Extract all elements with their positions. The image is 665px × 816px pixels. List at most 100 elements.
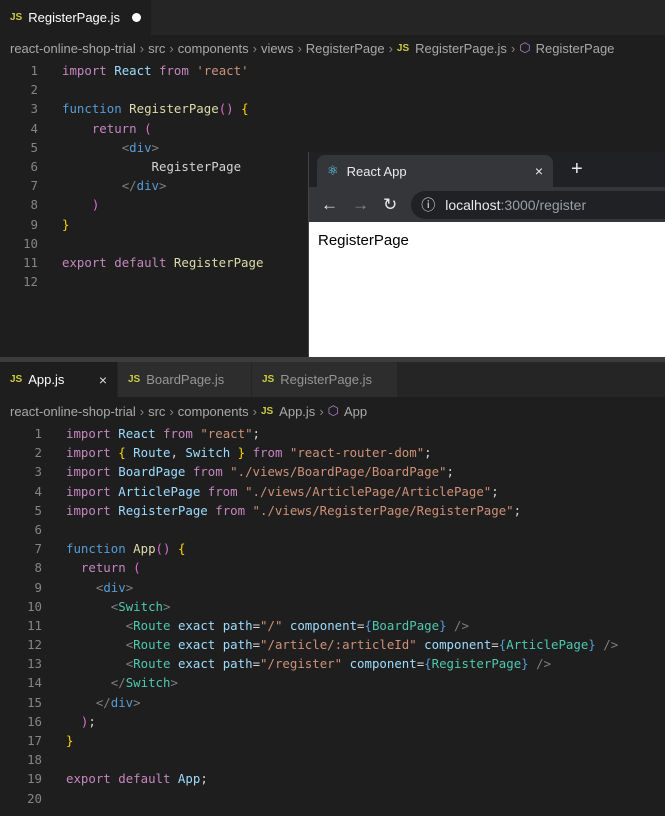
- breadcrumb: react-online-shop-trial › src › components › J…: [0, 398, 665, 424]
- code-token: Route: [133, 656, 171, 672]
- info-icon[interactable]: ⓘ: [421, 195, 435, 215]
- breadcrumb-item[interactable]: react-online-shop-trial: [10, 404, 136, 419]
- code-token: from: [215, 502, 246, 518]
- code-token: component: [424, 637, 492, 653]
- code-token: ,: [170, 445, 186, 461]
- new-tab-button[interactable]: +: [571, 158, 583, 181]
- code-line[interactable]: 4 import ArticlePage from "./views/Articl…: [0, 482, 665, 501]
- symbol-cube-icon: ⬡: [327, 403, 340, 418]
- line-number: 11: [23, 254, 38, 270]
- code-line[interactable]: 4 return (: [0, 119, 665, 138]
- code-line[interactable]: 17}: [0, 731, 665, 750]
- code-line[interactable]: 13 <Route exact path="/register" compone…: [0, 654, 665, 673]
- code-token: default: [118, 771, 171, 787]
- code-token: BoardPage: [371, 617, 440, 633]
- breadcrumb-item[interactable]: App.js: [279, 404, 315, 419]
- tab-boardpage-js[interactable]: JS BoardPage.js: [118, 362, 252, 397]
- code-line[interactable]: 10 <Switch>: [0, 597, 665, 616]
- code-line[interactable]: 1 import React from 'react': [0, 61, 665, 80]
- code-token: "react": [200, 426, 253, 441]
- code-line[interactable]: 9 <div>: [0, 578, 665, 597]
- code-token: "/article/:articleId": [260, 637, 417, 653]
- code-token: Route: [133, 445, 171, 461]
- code-token: =: [252, 617, 261, 633]
- back-arrow-icon[interactable]: ←: [321, 195, 338, 215]
- code-line[interactable]: 20: [0, 789, 665, 808]
- line-number: 17: [27, 733, 42, 748]
- code-line[interactable]: 3 import BoardPage from "./views/BoardPag…: [0, 462, 665, 481]
- code-token: exact: [177, 656, 216, 672]
- code-line[interactable]: 3 function RegisterPage() {: [0, 99, 665, 118]
- code-token: from: [159, 63, 189, 78]
- code-token: =: [357, 617, 365, 633]
- tab-app-js[interactable]: JS App.js ×: [0, 362, 118, 397]
- breadcrumb-item[interactable]: react-online-shop-trial: [10, 41, 136, 56]
- code-line[interactable]: 1 import React from "react";: [0, 424, 665, 443]
- breadcrumb-item[interactable]: src: [148, 41, 165, 56]
- code-line[interactable]: 12 <Route exact path="/article/:articleI…: [0, 635, 665, 654]
- code-token: =: [252, 656, 261, 672]
- code-line[interactable]: 7 function App() {: [0, 539, 665, 558]
- code-token: ): [91, 197, 100, 213]
- breadcrumb-item[interactable]: src: [148, 404, 165, 419]
- chevron-right-icon: ›: [169, 40, 174, 56]
- breadcrumb-item[interactable]: RegisterPage: [536, 41, 615, 56]
- browser-tab[interactable]: ⚛ React App ×: [317, 155, 553, 187]
- code-line[interactable]: 2 import { Route, Switch } from "react-ro…: [0, 443, 665, 462]
- line-number: 5: [30, 139, 38, 155]
- url-path: :3000/register: [500, 196, 587, 213]
- code-line[interactable]: 19 export default App;: [0, 769, 665, 788]
- code-line[interactable]: 15 </div>: [0, 693, 665, 712]
- code-token: ;: [513, 502, 522, 518]
- breadcrumb-item[interactable]: components: [178, 41, 249, 56]
- breadcrumb-item[interactable]: views: [261, 41, 294, 56]
- line-number: 18: [27, 752, 42, 768]
- breadcrumb-item[interactable]: components: [178, 404, 249, 419]
- close-tab-icon[interactable]: ×: [79, 372, 107, 388]
- symbol-cube-icon: ⬡: [519, 40, 531, 55]
- tab-registerpage-js[interactable]: JS RegisterPage.js: [0, 0, 153, 35]
- code-token: ArticlePage: [506, 637, 589, 653]
- line-number: 5: [34, 502, 42, 518]
- code-token: export: [62, 254, 107, 270]
- code-token: />: [454, 617, 469, 633]
- line-number: 2: [34, 445, 42, 461]
- forward-arrow-icon[interactable]: →: [352, 195, 369, 215]
- reload-icon[interactable]: ↻: [383, 195, 397, 215]
- line-number: 7: [34, 541, 42, 557]
- close-tab-icon[interactable]: ×: [535, 163, 543, 179]
- code-token: }: [66, 733, 74, 748]
- breadcrumb-item[interactable]: RegisterPage.js: [415, 41, 507, 56]
- react-logo-icon: ⚛: [327, 163, 339, 178]
- code-line[interactable]: 18: [0, 750, 665, 769]
- code-token: ArticlePage: [118, 483, 201, 499]
- code-line[interactable]: 5 import RegisterPage from "./views/Regis…: [0, 501, 665, 520]
- js-file-icon: JS: [10, 12, 23, 23]
- code-line[interactable]: 2: [0, 80, 665, 99]
- line-number: 7: [30, 178, 38, 194]
- browser-tab-title: React App: [346, 163, 407, 179]
- tab-registerpage-js[interactable]: JS RegisterPage.js: [252, 362, 398, 397]
- code-line[interactable]: 16 );: [0, 712, 665, 731]
- unsaved-dot-icon[interactable]: [132, 13, 142, 22]
- line-number: 10: [27, 598, 42, 614]
- code-line[interactable]: 8 return (: [0, 558, 665, 577]
- code-token: }: [62, 216, 70, 232]
- code-line[interactable]: 6: [0, 520, 665, 539]
- breadcrumb-item[interactable]: RegisterPage: [306, 41, 385, 56]
- code-editor[interactable]: 1 import React from "react"; 2 import { Rou…: [0, 424, 665, 808]
- code-token: >: [159, 178, 167, 194]
- breadcrumb-item[interactable]: App: [344, 404, 367, 419]
- code-line[interactable]: 11 <Route exact path="/" component={Boar…: [0, 616, 665, 635]
- code-line[interactable]: 14 </Switch>: [0, 673, 665, 692]
- code-token: RegisterPage: [129, 101, 219, 117]
- address-bar[interactable]: ⓘ localhost:3000/register: [411, 190, 665, 219]
